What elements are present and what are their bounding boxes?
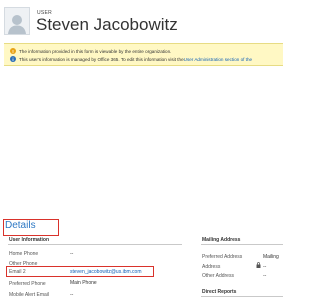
preferred-address-label: Preferred Address — [202, 254, 243, 260]
record-header: USER Steven Jacobowitz — [0, 0, 283, 38]
direct-reports-title: Direct Reports — [202, 289, 237, 295]
person-icon — [8, 15, 26, 34]
details-section-title: Details — [5, 220, 36, 231]
other-address-label: Other Address — [202, 273, 234, 279]
home-phone-label: Home Phone — [9, 251, 39, 257]
user-administration-link[interactable]: User Administration section of the — [184, 57, 252, 62]
info-icon: i — [10, 56, 16, 62]
preferred-address-value[interactable]: Mailing — [263, 254, 279, 260]
notification-item: ! The information provided in this form … — [10, 48, 171, 54]
user-information-title: User Information — [9, 237, 50, 243]
section-divider — [8, 244, 182, 245]
address-value[interactable]: -- — [263, 264, 266, 270]
notification-bar: ! The information provided in this form … — [4, 43, 283, 66]
mobile-alert-email-label: Mobile Alert Email — [9, 292, 50, 298]
user-avatar[interactable] — [4, 7, 30, 35]
other-address-value[interactable]: -- — [263, 273, 266, 279]
section-divider — [201, 296, 283, 297]
section-divider — [201, 244, 283, 245]
mailing-address-title: Mailing Address — [202, 237, 241, 243]
notification-text: This user's information is managed by Of… — [19, 56, 184, 62]
notification-text: The information provided in this form is… — [19, 48, 172, 54]
record-name: Steven Jacobowitz — [36, 15, 178, 34]
email-2-label: Email 2 — [9, 269, 26, 275]
warning-icon: ! — [10, 48, 16, 54]
address-label: Address — [202, 264, 221, 270]
email-2-value[interactable]: steven_jacobowitz@us.ibm.com — [70, 269, 142, 275]
preferred-phone-value[interactable]: Main Phone — [70, 280, 97, 286]
notification-item: i This user's information is managed by … — [10, 56, 252, 62]
home-phone-value[interactable]: -- — [70, 251, 73, 257]
mobile-alert-email-value[interactable]: -- — [70, 292, 73, 298]
lock-icon — [256, 262, 261, 268]
preferred-phone-label: Preferred Phone — [9, 281, 46, 287]
